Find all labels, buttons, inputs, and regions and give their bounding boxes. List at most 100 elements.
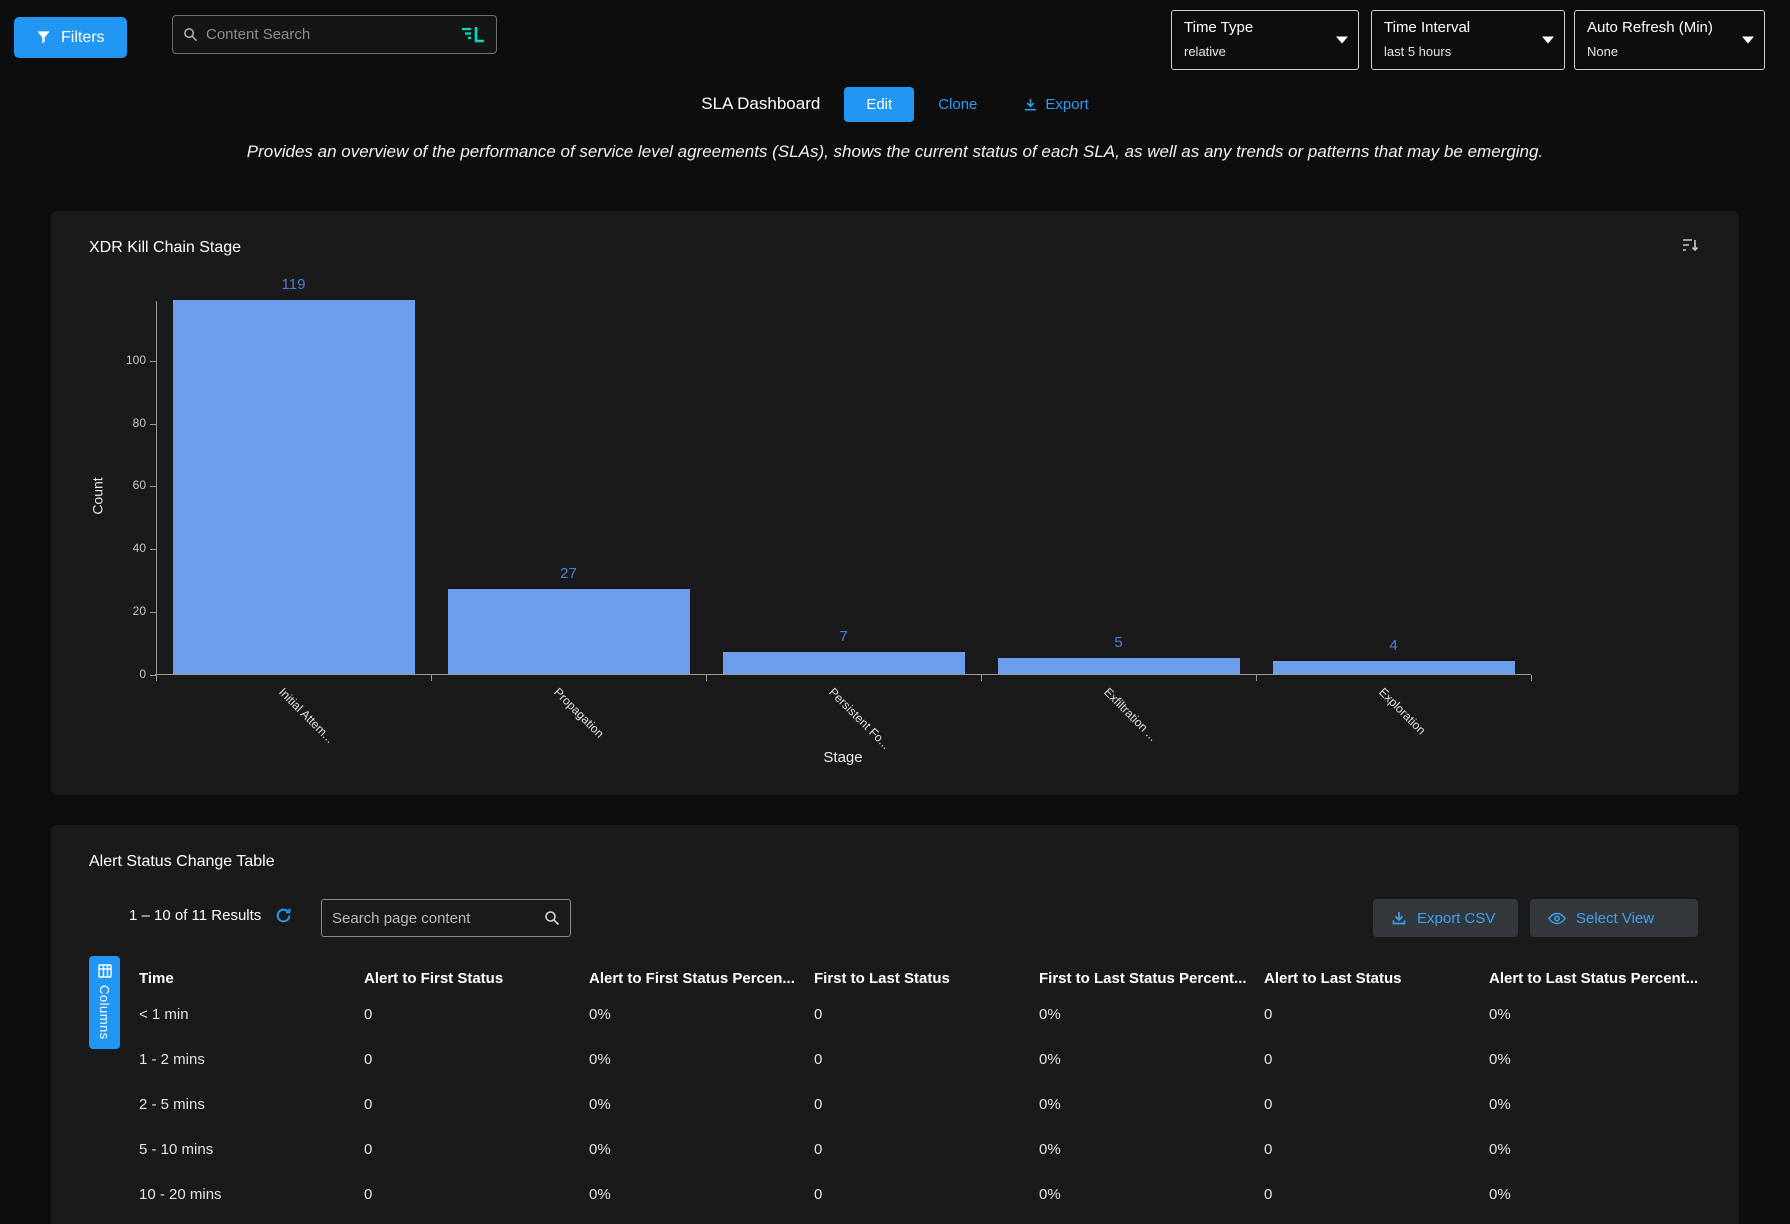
- x-axis-tick: [431, 675, 432, 681]
- export-button-label: Export: [1045, 96, 1088, 113]
- y-axis-tick-label: 100: [104, 353, 146, 367]
- time-interval-value: last 5 hours: [1384, 44, 1536, 59]
- table-cell: 0: [814, 1051, 1039, 1068]
- columns-grid-icon: [98, 964, 112, 978]
- bar-Persistent Fo...[interactable]: [723, 652, 965, 674]
- time-interval-dropdown[interactable]: Time Interval last 5 hours: [1371, 10, 1565, 70]
- table-cell: 0: [364, 1096, 589, 1113]
- column-header[interactable]: Alert to Last Status Percent...: [1489, 970, 1699, 987]
- table-cell: 0%: [589, 1051, 814, 1068]
- table-cell: 0: [814, 1141, 1039, 1158]
- y-axis-tick: [150, 486, 156, 487]
- y-axis-tick-label: 20: [104, 604, 146, 618]
- export-button[interactable]: Export: [1023, 96, 1088, 113]
- x-axis-tick: [1531, 675, 1532, 681]
- table-cell: 0: [1264, 1096, 1489, 1113]
- bar-Exploration[interactable]: [1273, 661, 1515, 674]
- x-axis-title: Stage: [823, 749, 862, 766]
- column-header[interactable]: First to Last Status: [814, 970, 1039, 987]
- topbar: Filters Time Type relative Time Interval…: [0, 0, 1790, 70]
- table-cell: 0%: [1489, 1141, 1699, 1158]
- table-cell: 0: [1264, 1006, 1489, 1023]
- x-axis-tick: [706, 675, 707, 681]
- auto-refresh-label: Auto Refresh (Min): [1587, 19, 1736, 36]
- refresh-button[interactable]: [275, 907, 292, 924]
- table-cell: 0%: [1039, 1006, 1264, 1023]
- bar-Exfiltration ...[interactable]: [998, 658, 1240, 674]
- table-cell: 5 - 10 mins: [139, 1141, 364, 1158]
- column-header[interactable]: Time: [139, 970, 364, 987]
- content-search-input[interactable]: [206, 26, 452, 43]
- sort-icon: [1681, 237, 1699, 253]
- select-view-button[interactable]: Select View: [1530, 899, 1698, 937]
- edit-button[interactable]: Edit: [844, 87, 914, 122]
- auto-refresh-value: None: [1587, 44, 1736, 59]
- columns-button-label: Columns: [97, 985, 112, 1040]
- download-icon: [1023, 97, 1038, 112]
- column-header[interactable]: Alert to Last Status: [1264, 970, 1489, 987]
- chevron-down-icon: [1336, 37, 1348, 44]
- x-axis-line: [155, 674, 1531, 675]
- export-csv-label: Export CSV: [1417, 910, 1495, 927]
- table-cell: 0: [364, 1186, 589, 1203]
- filters-button[interactable]: Filters: [14, 17, 127, 58]
- table-cell: 0%: [589, 1186, 814, 1203]
- x-axis-tick: [981, 675, 982, 681]
- time-type-label: Time Type: [1184, 19, 1330, 36]
- page-title: SLA Dashboard: [701, 94, 820, 114]
- chart-title: XDR Kill Chain Stage: [89, 239, 241, 257]
- bar-Initial Attem...[interactable]: [173, 300, 415, 674]
- columns-button[interactable]: Columns: [89, 956, 120, 1049]
- chart-panel: XDR Kill Chain Stage Count 0204060801001…: [51, 211, 1739, 795]
- chevron-down-icon: [1742, 37, 1754, 44]
- time-type-value: relative: [1184, 44, 1330, 59]
- sort-button[interactable]: [1681, 237, 1699, 256]
- bar-chart: 020406080100119Initial Attem...27Propaga…: [156, 301, 1531, 675]
- x-axis-category-label: Initial Attem...: [276, 685, 337, 746]
- table-cell: 0%: [1489, 1006, 1699, 1023]
- table-row: 2 - 5 mins00%00%00%: [139, 1082, 1699, 1127]
- export-csv-button[interactable]: Export CSV: [1373, 899, 1518, 937]
- search-icon: [183, 27, 198, 42]
- table-cell: 0: [364, 1141, 589, 1158]
- refresh-icon: [275, 907, 292, 924]
- table-row: < 1 min00%00%00%: [139, 992, 1699, 1037]
- table-cell: 0: [814, 1186, 1039, 1203]
- dashboard-header: SLA Dashboard Edit Clone Export: [0, 84, 1790, 124]
- table-cell: 0: [1264, 1141, 1489, 1158]
- column-header[interactable]: Alert to First Status Percen...: [589, 970, 814, 987]
- dashboard-description: Provides an overview of the performance …: [0, 142, 1790, 162]
- y-axis-tick-label: 0: [104, 667, 146, 681]
- table-body: < 1 min00%00%00%1 - 2 mins00%00%00%2 - 5…: [139, 992, 1699, 1217]
- bar-value-label: 7: [839, 628, 847, 645]
- bar-value-label: 4: [1389, 637, 1397, 654]
- table-cell: 0: [1264, 1186, 1489, 1203]
- column-header[interactable]: First to Last Status Percent...: [1039, 970, 1264, 987]
- bar-Propagation[interactable]: [448, 589, 690, 674]
- clone-button[interactable]: Clone: [938, 96, 977, 113]
- x-axis-category-label: Propagation: [551, 685, 607, 741]
- table-cell: 2 - 5 mins: [139, 1096, 364, 1113]
- bar-value-label: 119: [282, 276, 306, 293]
- table-cell: 1 - 2 mins: [139, 1051, 364, 1068]
- table-panel: Alert Status Change Table 1 – 10 of 11 R…: [51, 825, 1739, 1224]
- table-cell: 0: [1264, 1051, 1489, 1068]
- y-axis-tick-label: 80: [104, 416, 146, 430]
- bar-value-label: 27: [560, 565, 577, 582]
- table-cell: 0%: [589, 1096, 814, 1113]
- select-view-label: Select View: [1576, 910, 1654, 927]
- column-header[interactable]: Alert to First Status: [364, 970, 589, 987]
- auto-refresh-dropdown[interactable]: Auto Refresh (Min) None: [1574, 10, 1765, 70]
- x-axis-category-label: Exploration: [1376, 685, 1428, 737]
- page-search-input[interactable]: [332, 910, 536, 927]
- filters-button-label: Filters: [61, 29, 105, 47]
- table-cell: < 1 min: [139, 1006, 364, 1023]
- time-type-dropdown[interactable]: Time Type relative: [1171, 10, 1359, 70]
- eye-icon: [1548, 912, 1566, 925]
- y-axis-tick: [150, 361, 156, 362]
- table-row: 5 - 10 mins00%00%00%: [139, 1127, 1699, 1172]
- search-icon: [544, 910, 560, 926]
- content-search-box: [172, 15, 497, 54]
- table-cell: 0%: [1039, 1141, 1264, 1158]
- download-icon: [1391, 910, 1407, 926]
